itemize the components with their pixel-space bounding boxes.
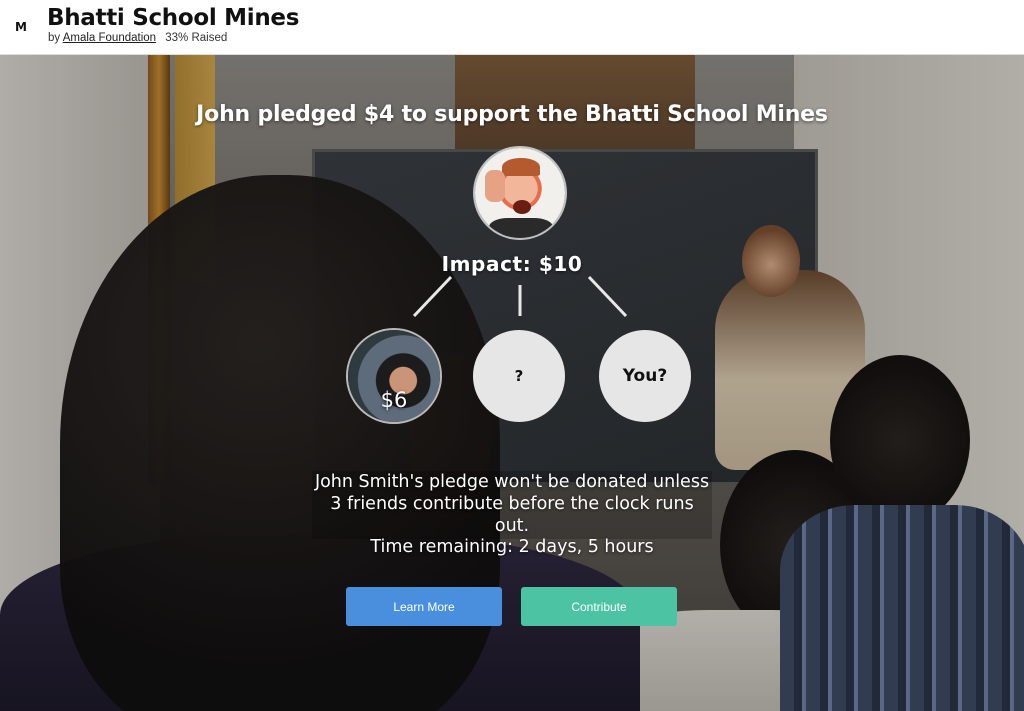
raised-percent: 33% Raised xyxy=(165,32,228,44)
pledge-condition-message: John Smith's pledge won't be donated unl… xyxy=(312,471,712,539)
contribute-button[interactable]: Contribute xyxy=(521,587,677,626)
campaign-title: Bhatti School Mines xyxy=(47,5,300,31)
friend-contribution-amount: $6 xyxy=(380,388,408,412)
unknown-contributor-slot: ? xyxy=(473,330,565,422)
by-prefix: by xyxy=(48,32,61,44)
organization-link[interactable]: Amala Foundation xyxy=(63,32,156,44)
friend-contributor-avatar: $6 xyxy=(348,330,440,422)
time-remaining: Time remaining: 2 days, 5 hours xyxy=(370,537,654,557)
connector-line-left xyxy=(412,275,453,318)
top-bar: M Bhatti School Mines by Amala Foundatio… xyxy=(0,0,1024,55)
you-contributor-slot[interactable]: You? xyxy=(599,330,691,422)
learn-more-button[interactable]: Learn More xyxy=(346,587,502,626)
site-logo[interactable]: M xyxy=(15,20,27,34)
campaign-subtitle: by Amala Foundation 33% Raised xyxy=(48,32,227,44)
hero-section: John pledged $4 to support the Bhatti Sc… xyxy=(0,55,1024,711)
connector-line-right xyxy=(587,275,628,318)
